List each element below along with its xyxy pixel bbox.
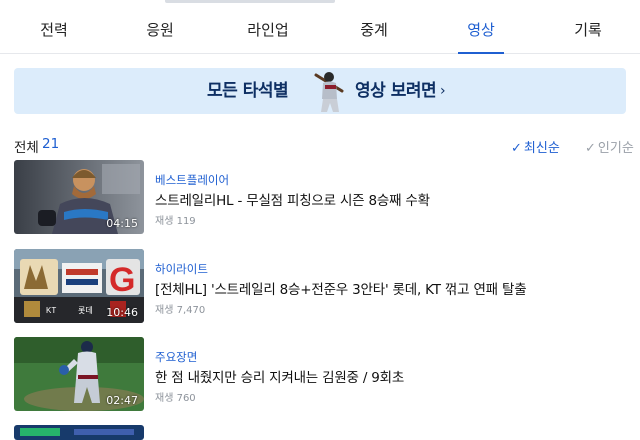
video-thumbnail: 04:15 — [14, 160, 144, 234]
video-category: 베스트플레이어 — [155, 173, 230, 187]
video-item[interactable]: 02:47 주요장면 한 점 내줬지만 승리 지켜내는 김원중 / 9회초 재생… — [14, 337, 626, 413]
thumbnail-image — [14, 425, 144, 440]
video-thumbnail: G KT 롯데 10:46 — [14, 249, 144, 323]
video-view-count: 재생 7,470 — [155, 305, 206, 316]
video-view-count: 재생 760 — [155, 393, 196, 404]
tab-broadcast[interactable]: 중계 — [346, 6, 402, 53]
video-title[interactable]: [전체HL] '스트레일리 8승+전준우 3안타' 롯데, KT 꺾고 연패 탈… — [155, 278, 527, 298]
top-scroll-indicator — [165, 0, 335, 3]
svg-text:G: G — [109, 261, 135, 299]
video-duration: 10:46 — [106, 306, 138, 319]
sort-latest[interactable]: ✓ 최신순 — [511, 137, 560, 156]
tab-records[interactable]: 기록 — [560, 6, 616, 53]
all-at-bat-videos-banner[interactable]: 모든 타석별 영상 보려면 › — [14, 68, 626, 114]
total-count: 21 — [42, 136, 60, 152]
check-icon: ✓ — [511, 141, 522, 156]
video-thumbnail: 02:47 — [14, 337, 144, 411]
banner-text-left: 모든 타석별 — [207, 81, 289, 101]
tab-lineup[interactable]: 라인업 — [233, 6, 303, 53]
video-duration: 04:15 — [106, 217, 138, 230]
tab-cheer[interactable]: 응원 — [132, 6, 188, 53]
svg-text:KT: KT — [46, 306, 56, 315]
tab-bar: 전력 응원 라인업 중계 영상 기록 — [0, 6, 640, 54]
video-duration: 02:47 — [106, 394, 138, 407]
tab-lineup-power[interactable]: 전력 — [26, 6, 82, 53]
tab-video[interactable]: 영상 — [453, 6, 509, 54]
video-category: 주요장면 — [155, 350, 198, 364]
tab-video-label: 영상 — [467, 21, 495, 39]
banner-text-right: 영상 보려면 — [355, 81, 437, 101]
video-item[interactable]: G KT 롯데 10:46 하이라이트 [전체HL] '스트레일리 8승+전준우… — [14, 249, 626, 325]
top-strip — [0, 0, 640, 5]
video-title[interactable]: 스트레일리HL - 무실점 피칭으로 시즌 8승째 수확 — [155, 189, 430, 209]
video-thumbnail — [14, 425, 144, 440]
video-title[interactable]: 한 점 내줬지만 승리 지켜내는 김원중 / 9회초 — [155, 366, 404, 386]
video-item[interactable]: 04:15 베스트플레이어 스트레일리HL - 무실점 피칭으로 시즌 8승째 … — [14, 160, 626, 236]
sort-popular-label: 인기순 — [597, 141, 634, 156]
check-icon: ✓ — [585, 141, 596, 156]
video-list-header: 전체 21 ✓ 최신순 ✓ 인기순 — [14, 134, 634, 156]
sort-popular[interactable]: ✓ 인기순 — [585, 137, 634, 156]
active-tab-underline — [458, 52, 504, 54]
sort-latest-label: 최신순 — [523, 141, 560, 156]
video-item[interactable] — [14, 425, 626, 440]
total-label: 전체 — [14, 140, 39, 156]
batter-illustration — [314, 72, 344, 112]
video-view-count: 재생 119 — [155, 216, 196, 227]
video-category: 하이라이트 — [155, 262, 208, 276]
svg-text:롯데: 롯데 — [78, 306, 93, 315]
chevron-right-icon: › — [440, 83, 446, 99]
